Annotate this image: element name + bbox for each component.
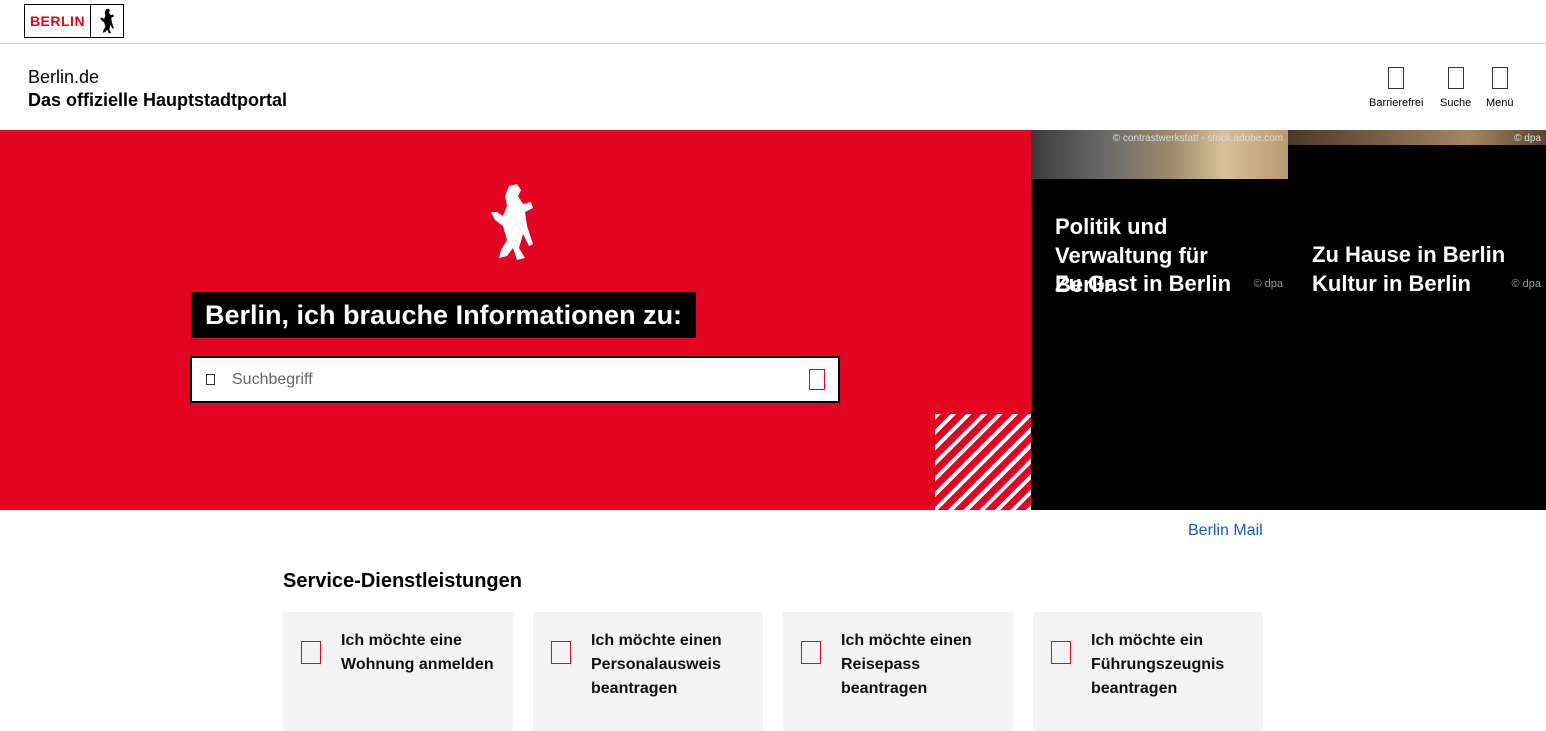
accessibility-label: Barrierefrei [1369,97,1424,109]
hero-banner: Berlin, ich brauche Informationen zu: [0,130,1031,510]
site-header: Berlin.de Das offizielle Hauptstadtporta… [0,45,1546,130]
services-heading: Service-Dienstleistungen [283,570,522,592]
menu-icon [1491,67,1508,89]
search-icon [1447,67,1464,89]
teaser-title-overlap: Kultur in Berlin [1312,271,1471,296]
photo-credit: © contrastwerkstatt - stock.adobe.com [1112,133,1283,144]
teaser-title: Zu Hause in Berlin [1312,242,1506,267]
service-card-label: Ich möchte ein Führungszeugnis beantrage… [1091,632,1225,697]
bear-icon [91,5,123,37]
menu-label: Menü [1486,97,1514,109]
certificate-icon [1051,641,1071,664]
bear-icon [487,182,537,267]
photo-credit: © dpa [1253,278,1283,290]
search-field-icon [206,374,215,385]
service-card-label: Ich möchte einen Personalausweis beantra… [591,632,722,697]
brand-strip: BERLIN [0,0,1546,44]
portal-name[interactable]: Berlin.de [28,65,99,89]
search-submit-button[interactable] [809,369,825,390]
portal-tagline: Das offizielle Hauptstadtportal [28,90,288,110]
service-card-fuehrungszeugnis[interactable]: Ich möchte ein Führungszeugnis beantrage… [1033,612,1263,731]
search-input[interactable] [232,366,792,393]
photo-credit: © dpa [1514,133,1541,144]
menu-button[interactable]: Menü [1486,67,1514,109]
teaser-zu-hause[interactable]: © dpa Zu Hause in Berlin Kultur in Berli… [1288,130,1546,510]
document-icon [301,641,321,664]
service-card-wohnung[interactable]: Ich möchte eine Wohnung anmelden [283,612,513,731]
passport-icon [801,641,821,664]
hero-heading: Berlin, ich brauche Informationen zu: [191,292,697,338]
service-card-label: Ich möchte eine Wohnung anmelden [341,632,494,673]
teaser-title-overlap: Zu Gast in Berlin [1055,271,1232,296]
decorative-stripes [935,414,1031,510]
service-card-label: Ich möchte einen Reisepass beantragen [841,632,972,697]
berlin-logo[interactable]: BERLIN [24,4,124,38]
hero-search-box [190,356,840,403]
search-button[interactable]: Suche [1440,67,1471,109]
berlin-logo-text: BERLIN [25,5,91,37]
service-card-personalausweis[interactable]: Ich möchte einen Personalausweis beantra… [533,612,763,731]
service-card-reisepass[interactable]: Ich möchte einen Reisepass beantragen [783,612,1013,731]
accessibility-icon [1388,67,1405,89]
berlin-mail-link[interactable]: Berlin Mail [1188,522,1263,540]
teaser-photo [1288,130,1546,145]
photo-credit: © dpa [1511,278,1541,290]
accessibility-button[interactable]: Barrierefrei [1369,67,1423,109]
id-card-icon [551,641,571,664]
search-label: Suche [1440,97,1472,109]
teaser-politik-verwaltung[interactable]: © contrastwerkstatt - stock.adobe.com Po… [1031,130,1288,510]
